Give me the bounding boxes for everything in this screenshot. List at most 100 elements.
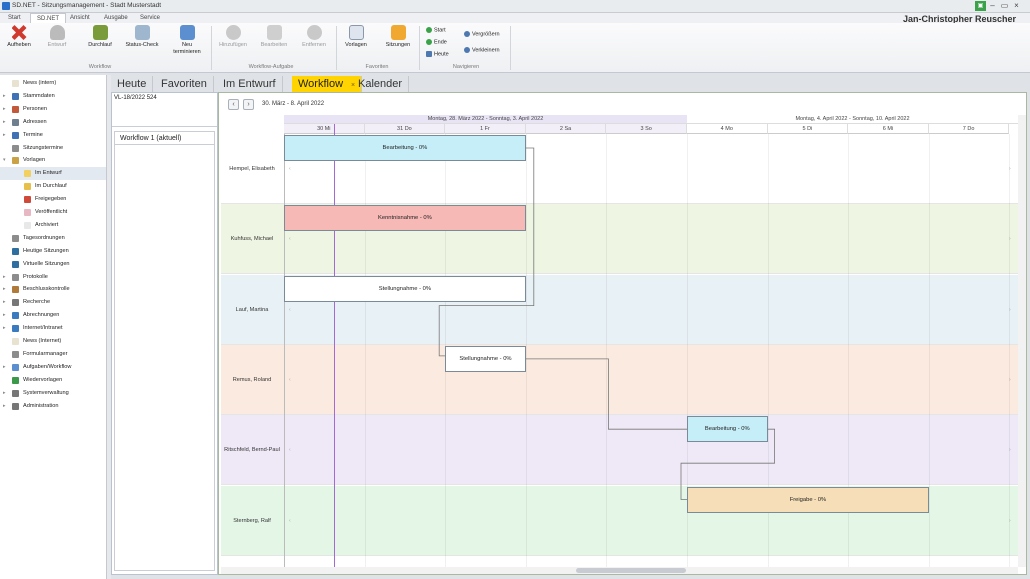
zoom-in-button[interactable]: Vergrößern [464, 31, 500, 38]
close-icon[interactable]: × [1011, 1, 1022, 11]
nav-start[interactable]: Start [426, 27, 446, 34]
sidebar-item-icon [12, 389, 19, 397]
sidebar-item[interactable]: ▸ Protokolle [0, 271, 106, 284]
entfernen-button[interactable]: Entfernen [298, 25, 330, 49]
sidebar-item[interactable]: Tagesordnungen [0, 232, 106, 245]
sitzungen-favorites-button[interactable]: Sitzungen [384, 25, 412, 49]
sidebar-item-icon [12, 260, 19, 268]
sidebar-item-label: Tagesordnungen [23, 234, 65, 241]
sidebar-item-label: Termine [23, 131, 43, 138]
sidebar-item[interactable]: ▸ Personen [0, 103, 106, 116]
neu-terminieren-button[interactable]: Neu terminieren [168, 25, 206, 56]
expander-icon[interactable]: ▸ [3, 322, 6, 335]
previous-button[interactable]: ‹ [228, 99, 239, 110]
ribbon-tab-ausgabe[interactable]: Ausgabe [98, 13, 134, 23]
expander-icon[interactable]: ▸ [3, 309, 6, 322]
tab-kalender[interactable]: Kalender [352, 76, 410, 92]
sidebar-item-label: Beschlusskontrolle [23, 286, 70, 293]
sidebar-item-label: Abrechnungen [23, 312, 60, 319]
bearbeiten-button[interactable]: Bearbeiten [256, 25, 292, 49]
vorlage-number: VL-18/2022 524 [112, 93, 217, 127]
expander-icon[interactable]: ▸ [3, 387, 6, 400]
task-connector [680, 428, 775, 500]
workflow-list-item[interactable]: Workflow 1 (aktuell) [115, 132, 214, 145]
sidebar-item[interactable]: ▸ Recherche [0, 296, 106, 309]
status-check-button[interactable]: Status-Check [122, 25, 162, 49]
sidebar-item[interactable]: Virtuelle Sitzungen [0, 258, 106, 271]
sidebar-item-icon [12, 157, 19, 165]
sidebar-item-label: Personen [23, 105, 47, 112]
app-status-icon[interactable]: ▣ [975, 1, 986, 11]
expander-icon[interactable]: ▸ [3, 116, 6, 129]
expander-icon[interactable]: ▸ [3, 296, 6, 309]
ribbon-tab-start[interactable]: Start [2, 13, 27, 23]
sidebar-item[interactable]: ▸ Aufgaben/Workflow [0, 361, 106, 374]
tab-im-entwurf[interactable]: Im Entwurf [217, 76, 283, 92]
sidebar-item[interactable]: Freigegeben [0, 193, 106, 206]
sidebar-item[interactable]: Im Entwurf [0, 167, 106, 181]
expander-icon[interactable]: ▸ [3, 271, 6, 284]
ribbon-tab-ansicht[interactable]: Ansicht [64, 13, 96, 23]
aufheben-button[interactable]: Aufheben [4, 25, 34, 49]
nav-ende[interactable]: Ende [426, 39, 447, 46]
entwurf-button[interactable]: Entwurf [42, 25, 72, 49]
sidebar-item[interactable]: ▾ Vorlagen [0, 154, 106, 167]
tab-favoriten[interactable]: Favoriten [155, 76, 214, 92]
sidebar-item[interactable]: ▸ Abrechnungen [0, 309, 106, 322]
sidebar-item-icon [12, 92, 19, 100]
expander-icon[interactable]: ▸ [3, 283, 6, 296]
expander-icon[interactable]: ▸ [3, 90, 6, 103]
hinzufuegen-button[interactable]: Hinzufügen [216, 25, 250, 49]
status-check-icon [134, 25, 150, 40]
tab-heute[interactable]: Heute [111, 76, 154, 92]
nav-heute[interactable]: Heute [426, 51, 449, 58]
ribbon-tab-service[interactable]: Service [134, 13, 166, 23]
expander-icon[interactable]: ▸ [3, 361, 6, 374]
sidebar-item-label: Administration [23, 402, 59, 409]
sidebar-item[interactable]: ▸ Adressen [0, 116, 106, 129]
expander-icon[interactable]: ▸ [3, 129, 6, 142]
expander-icon[interactable]: ▸ [3, 103, 6, 116]
end-icon [426, 39, 432, 45]
expander-icon[interactable]: ▾ [3, 154, 6, 167]
sidebar-item[interactable]: Wiedervorlagen [0, 374, 106, 387]
sidebar-item-label: Vorlagen [23, 157, 46, 164]
sidebar-item[interactable]: Formularmanager [0, 348, 106, 361]
sidebar-item-icon [12, 338, 19, 345]
calendar-icon [426, 51, 432, 57]
sidebar-item[interactable]: Im Durchlauf [0, 180, 106, 193]
next-button[interactable]: › [243, 99, 254, 110]
zoom-out-button[interactable]: Verkleinern [464, 47, 500, 54]
sidebar-item[interactable]: ▸ Administration [0, 400, 106, 413]
workflow-panel: ‹ › 30. März - 8. April 2022 Montag, 28.… [218, 92, 1027, 575]
sidebar-item[interactable]: ▸ Internet/Intranet [0, 322, 106, 335]
vertical-scrollbar[interactable] [1018, 115, 1026, 567]
expander-icon[interactable]: ▸ [3, 400, 6, 413]
sidebar-item[interactable]: Veröffentlicht [0, 206, 106, 219]
sidebar-item[interactable]: ▸ Termine [0, 129, 106, 142]
cancel-icon [11, 25, 27, 40]
zoom-in-icon [464, 31, 470, 37]
vorlagen-favorites-button[interactable]: Vorlagen [342, 25, 370, 49]
scrollbar-thumb[interactable] [576, 568, 686, 573]
sidebar-item[interactable]: News (intern) [0, 77, 106, 90]
sidebar-item[interactable]: ▸ Beschlusskontrolle [0, 283, 106, 296]
sidebar-item[interactable]: Heutige Sitzungen [0, 245, 106, 258]
vorlage-panel: VL-18/2022 524 Workflow 1 (aktuell) [111, 92, 218, 575]
minimize-icon[interactable]: – [987, 1, 998, 11]
person-icon [49, 25, 65, 40]
sidebar-item[interactable]: News (Internet) [0, 335, 106, 348]
sidebar-item-icon [24, 209, 31, 216]
workflow-timeline: Montag, 28. März 2022 - Sonntag, 3. Apri… [221, 115, 1018, 567]
sidebar-item[interactable]: Archiviert [0, 219, 106, 232]
sidebar-item[interactable]: Sitzungstermine [0, 142, 106, 155]
sidebar-item-icon [12, 131, 19, 139]
sidebar-item-label: Veröffentlicht [35, 209, 68, 215]
sidebar-item[interactable]: ▸ Stammdaten [0, 90, 106, 103]
maximize-icon[interactable]: ▭ [999, 1, 1010, 11]
horizontal-scrollbar[interactable] [221, 567, 1018, 574]
sidebar-item-label: Im Durchlauf [35, 183, 67, 190]
sidebar-item-icon [12, 273, 19, 281]
durchlauf-button[interactable]: Durchlauf [82, 25, 118, 49]
sidebar-item[interactable]: ▸ Systemverwaltung [0, 387, 106, 400]
